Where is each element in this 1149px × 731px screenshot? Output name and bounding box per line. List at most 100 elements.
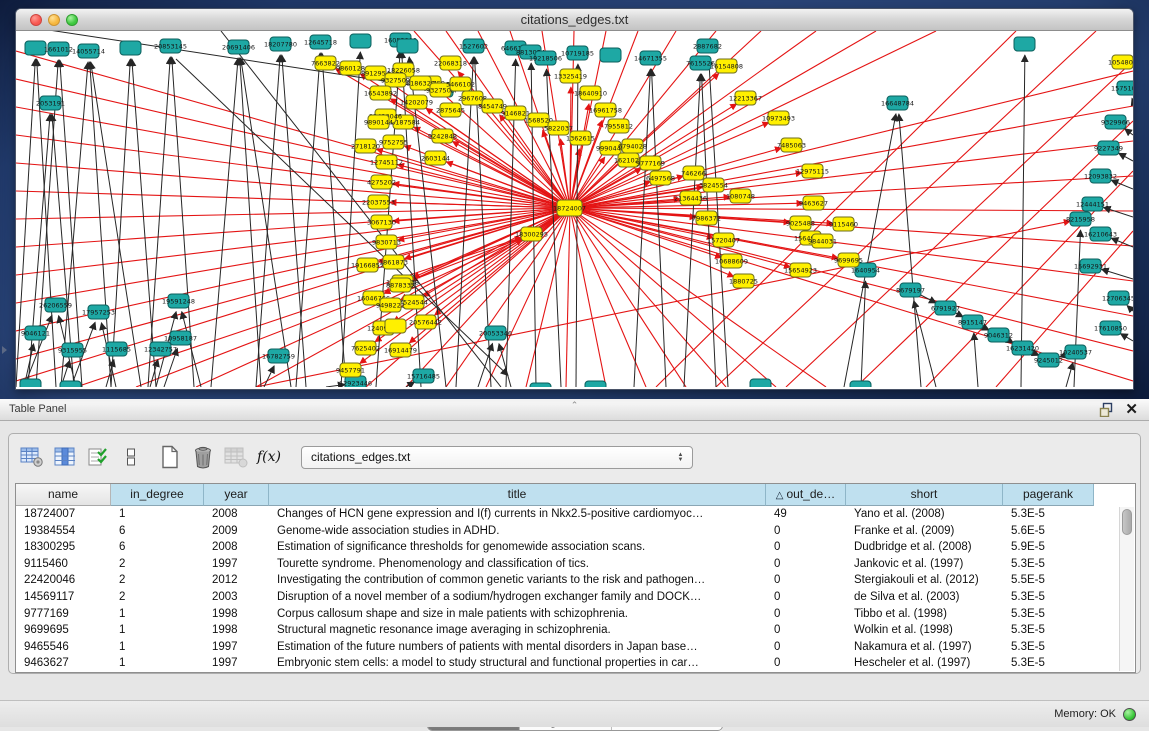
table-cell[interactable]: Genome-wide association studies in ADHD. [269,523,766,540]
table-cell[interactable]: 5.9E-5 [1003,539,1094,556]
graph-node[interactable]: 9329966 [1101,115,1130,129]
graph-node[interactable]: 16648784 [881,96,914,110]
table-cell[interactable]: 5.3E-5 [1003,506,1094,523]
graph-node[interactable]: 9752755 [379,135,408,149]
graph-node[interactable]: 9242848 [428,129,457,143]
column-header-indegree[interactable]: in_degree [111,484,204,506]
graph-node[interactable]: 20691406 [222,40,255,54]
table-cell[interactable]: 1997 [204,655,269,672]
graph-edge[interactable] [282,55,306,387]
graph-edge[interactable] [296,53,320,387]
graph-edge[interactable] [861,281,866,387]
table-cell[interactable]: 18300295 [16,539,111,556]
table-cell[interactable]: Estimation of significance thresholds fo… [269,539,766,556]
graph-node[interactable]: 16782759 [262,349,295,363]
table-cell[interactable]: 0 [766,606,846,623]
graph-node[interactable] [1014,37,1035,51]
graph-node[interactable]: 9699695 [834,253,863,267]
table-row[interactable]: 1830029562008Estimation of significance … [16,539,1135,556]
table-cell[interactable]: 5.3E-5 [1003,606,1094,623]
table-cell[interactable]: 0 [766,556,846,573]
table-settings-icon[interactable] [19,444,45,470]
graph-edge[interactable] [996,231,1133,387]
rows-icon[interactable] [118,444,144,470]
graph-edge[interactable] [1066,363,1073,387]
graph-edge[interactable] [1125,129,1133,135]
table-cell[interactable]: Corpus callosum shape and size in male p… [269,606,766,623]
graph-node[interactable]: 3067130 [367,215,396,229]
table-cell[interactable]: 0 [766,655,846,672]
table-cell[interactable]: 2009 [204,523,269,540]
graph-node[interactable]: 2603144 [421,151,450,165]
table-cell[interactable]: Embryonic stem cells: a model to study s… [269,655,766,672]
graph-node[interactable]: 12444151 [1076,197,1109,211]
table-cell[interactable]: 6 [111,539,204,556]
graph-node[interactable]: 7625402 [351,341,380,355]
table-cell[interactable]: 1997 [204,556,269,573]
table-cell[interactable]: 9699695 [16,622,111,639]
graph-edge[interactable] [499,344,511,387]
graph-node[interactable]: 16961758 [589,103,622,117]
memory-status-indicator[interactable] [1123,708,1136,721]
graph-node[interactable]: 746266 [681,166,706,180]
table-cell[interactable]: Structural magnetic resonance image aver… [269,622,766,639]
table-cell[interactable]: 9465546 [16,639,111,656]
graph-node[interactable]: 2053191 [36,96,65,110]
table-cell[interactable]: 0 [766,589,846,606]
graph-edge[interactable] [132,59,156,387]
graph-node[interactable] [850,381,871,387]
graph-node[interactable]: 12645718 [304,35,337,49]
graph-node[interactable] [385,319,406,333]
graph-edge[interactable] [240,58,261,387]
graph-node[interactable]: 9830713 [372,235,401,249]
node-table[interactable]: namein_degreeyeartitle△out_de…shortpager… [15,483,1136,673]
table-cell[interactable]: 19384554 [16,523,111,540]
table-cell[interactable]: Jankovic et al. (1997) [846,556,1003,573]
graph-node[interactable]: 12213367 [729,91,762,105]
graph-node[interactable]: 15751074 [1111,81,1133,95]
column-header-name[interactable]: name [16,484,111,506]
graph-edge[interactable] [570,208,1133,211]
panel-resize-handle[interactable]: ⌃ [571,400,579,411]
table-cell[interactable]: 49 [766,506,846,523]
table-cell[interactable]: 5.6E-5 [1003,523,1094,540]
graph-edge[interactable] [1119,153,1133,161]
table-cell[interactable]: 1998 [204,622,269,639]
graph-node[interactable]: 7485063 [777,138,806,152]
vertical-scrollbar[interactable] [1119,507,1134,671]
graph-node[interactable]: 14671355 [634,51,667,65]
table-cell[interactable]: de Silva et al. (2003) [846,589,1003,606]
table-cell[interactable]: 1 [111,622,204,639]
graph-edge[interactable] [241,58,291,387]
graph-edge[interactable] [974,333,978,387]
table-cell[interactable]: 0 [766,572,846,589]
graph-edge[interactable] [401,208,570,300]
graph-node[interactable]: 13325419 [554,69,587,83]
table-cell[interactable]: 9115460 [16,556,111,573]
network-canvas[interactable]: 1661012140557142085314520691406182077801… [16,31,1133,389]
scrollbar-thumb[interactable] [1122,509,1132,535]
graph-node[interactable]: 9227349 [1094,141,1123,155]
graph-node[interactable] [530,383,551,387]
graph-node[interactable]: 5822037 [544,121,573,135]
graph-node[interactable]: 1661012 [44,42,73,56]
graph-node[interactable]: 8679197 [896,283,925,297]
graph-node[interactable] [585,381,606,387]
table-cell[interactable]: 2 [111,556,204,573]
table-cell[interactable]: Hescheler et al. (1997) [846,655,1003,672]
graph-node[interactable]: 1880725 [729,274,758,288]
float-panel-icon[interactable] [1099,402,1115,417]
graph-node[interactable]: 8915147 [958,315,987,329]
graph-node[interactable] [60,381,81,387]
table-panel-header[interactable]: Table Panel ⌃ ✕ [0,399,1149,421]
graph-edge[interactable] [61,62,88,387]
graph-node[interactable]: 5466102 [446,77,475,91]
graph-edge[interactable] [256,55,280,387]
graph-node[interactable]: 22068318 [434,56,467,70]
table-row[interactable]: 969969511998Structural magnetic resonanc… [16,622,1135,639]
table-cell[interactable]: 2012 [204,572,269,589]
table-row[interactable]: 1938455462009Genome-wide association stu… [16,523,1135,540]
graph-node[interactable] [397,39,418,53]
graph-edge[interactable] [856,121,1133,387]
table-cell[interactable]: Yano et al. (2008) [846,506,1003,523]
